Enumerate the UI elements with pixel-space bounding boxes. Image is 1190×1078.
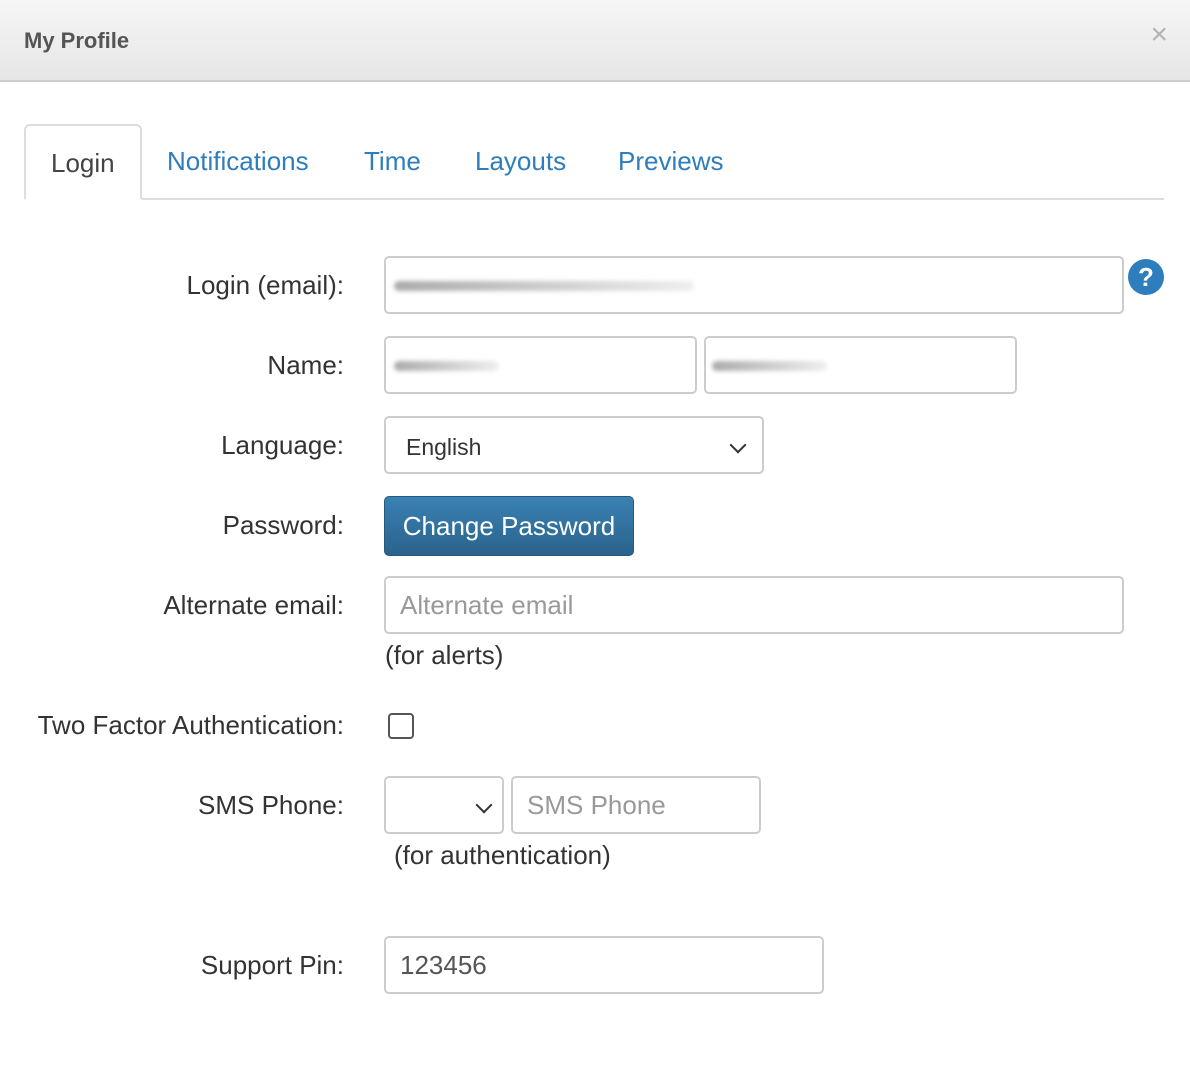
name-label: Name: <box>267 350 344 380</box>
two-factor-label: Two Factor Authentication: <box>37 710 344 740</box>
chevron-down-icon <box>475 796 493 814</box>
language-select[interactable]: English <box>384 416 764 474</box>
password-label: Password: <box>222 510 344 540</box>
alternate-email-field[interactable] <box>384 576 1124 634</box>
tab-layouts[interactable]: Layouts <box>475 124 566 200</box>
alternate-email-label: Alternate email: <box>163 590 344 620</box>
change-password-button[interactable]: Change Password <box>384 496 634 556</box>
tab-login[interactable]: Login <box>24 124 142 200</box>
tab-bar: Login Notifications Time Layouts Preview… <box>24 124 1164 200</box>
tab-time[interactable]: Time <box>364 124 421 200</box>
close-icon[interactable]: × <box>1150 20 1168 50</box>
redacted-last-name <box>712 361 827 371</box>
redacted-email <box>394 281 694 291</box>
redacted-first-name <box>394 361 499 371</box>
sms-phone-hint: (for authentication) <box>394 840 611 870</box>
country-code-select[interactable] <box>384 776 504 834</box>
language-selected: English <box>406 434 482 460</box>
question-circle-icon[interactable]: ? <box>1128 259 1164 295</box>
support-pin-label: Support Pin: <box>200 950 344 980</box>
language-label: Language: <box>221 430 344 460</box>
tab-notifications[interactable]: Notifications <box>167 124 309 200</box>
chevron-down-icon <box>729 436 747 454</box>
support-pin-field[interactable] <box>384 936 824 994</box>
two-factor-checkbox[interactable] <box>388 713 414 739</box>
tab-previews[interactable]: Previews <box>618 124 723 200</box>
dialog-header: My Profile × <box>0 0 1190 82</box>
dialog-title: My Profile <box>24 28 130 53</box>
sms-phone-field[interactable] <box>511 776 761 834</box>
login-email-label: Login (email): <box>186 270 344 300</box>
alternate-email-hint: (for alerts) <box>385 640 504 670</box>
sms-phone-label: SMS Phone: <box>198 790 344 820</box>
